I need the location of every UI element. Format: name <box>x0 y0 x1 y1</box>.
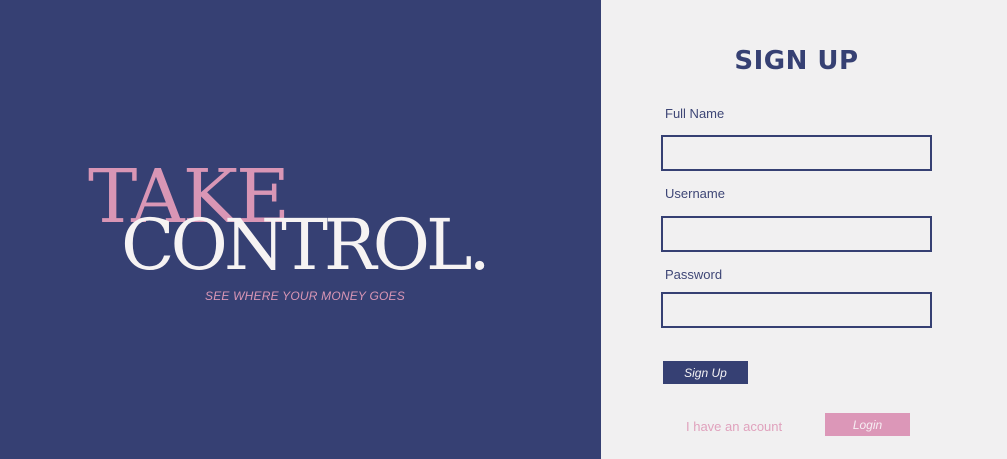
signup-title: SIGN UP <box>734 46 859 76</box>
signup-page: TAKE CONTROL. SEE WHERE YOUR MONEY GOES … <box>0 0 1007 459</box>
login-button[interactable]: Login <box>825 413 910 436</box>
full-name-label: Full Name <box>665 106 725 121</box>
hero-tagline: SEE WHERE YOUR MONEY GOES <box>205 289 405 303</box>
hero-panel: TAKE CONTROL. SEE WHERE YOUR MONEY GOES <box>0 0 601 459</box>
have-account-link[interactable]: I have an acount <box>686 419 782 434</box>
sign-up-button[interactable]: Sign Up <box>663 361 748 384</box>
username-label: Username <box>665 186 725 201</box>
signup-form-panel: SIGN UP Full Name Username Password Sign… <box>601 0 1007 459</box>
hero-headline-control: CONTROL. <box>121 204 491 286</box>
password-label: Password <box>665 267 723 282</box>
username-input[interactable] <box>661 216 932 252</box>
password-input[interactable] <box>661 292 932 328</box>
full-name-input[interactable] <box>661 135 932 171</box>
